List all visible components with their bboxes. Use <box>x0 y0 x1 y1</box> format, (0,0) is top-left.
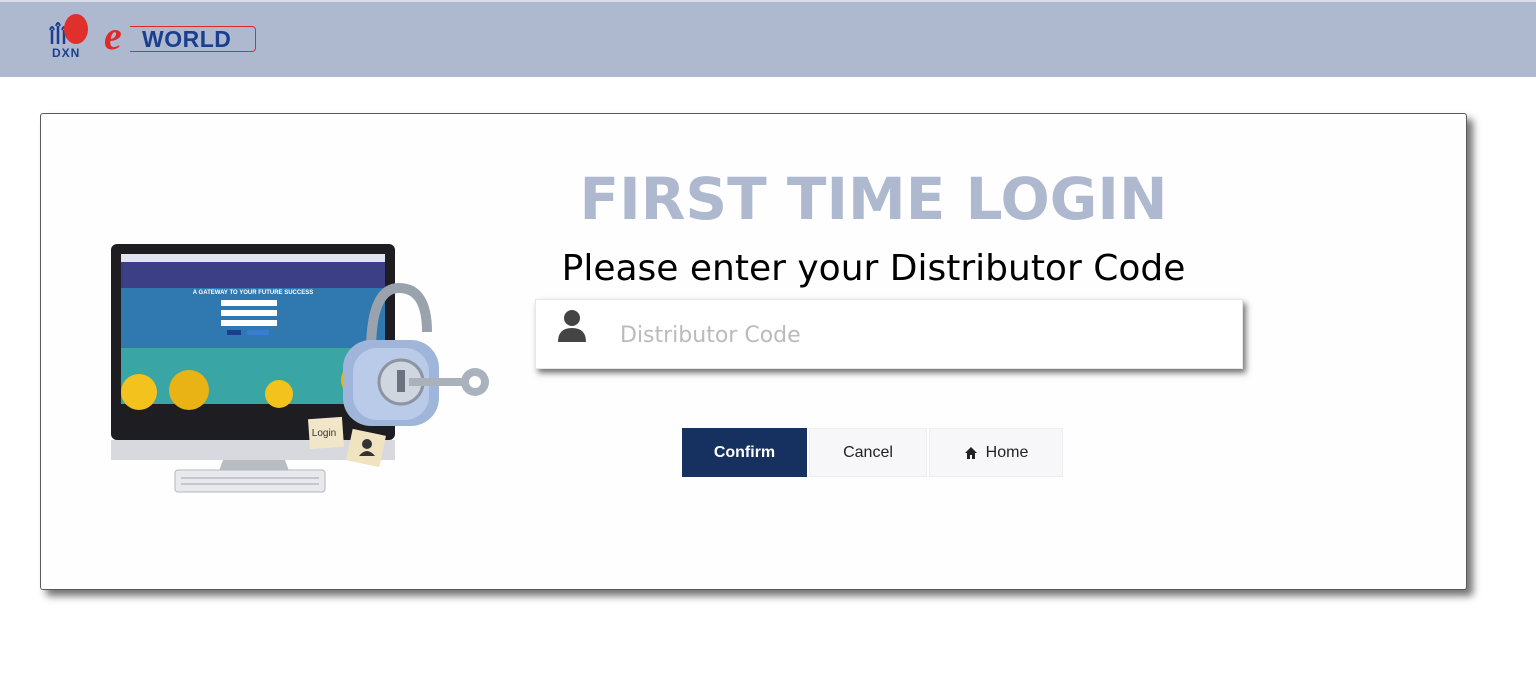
distributor-code-field-wrapper <box>535 299 1243 369</box>
login-note-label: Login <box>312 428 336 439</box>
home-icon <box>964 446 977 459</box>
user-icon <box>558 310 586 342</box>
page-title: FIRST TIME LOGIN <box>579 165 1168 233</box>
eworld-logo: WORLD e <box>104 13 256 58</box>
cancel-button[interactable]: Cancel <box>809 428 927 477</box>
login-illustration: A GATEWAY TO YOUR FUTURE SUCCESS Login <box>111 244 489 493</box>
distributor-code-input[interactable] <box>618 312 1222 358</box>
confirm-button[interactable]: Confirm <box>682 428 807 477</box>
keyboard-icon <box>174 469 326 493</box>
login-card: A GATEWAY TO YOUR FUTURE SUCCESS Login F… <box>40 113 1467 590</box>
eworld-logo-word: WORLD <box>130 26 256 52</box>
cancel-button-label: Cancel <box>843 443 893 461</box>
home-button-label: Home <box>985 443 1029 461</box>
home-button[interactable]: Home <box>929 428 1063 477</box>
dxn-red-ball <box>64 14 88 44</box>
page-subtitle: Please enter your Distributor Code <box>561 248 1186 289</box>
eworld-logo-e: e <box>104 13 122 58</box>
dxn-logo-text: DXN <box>52 46 81 60</box>
top-header-bar: DXN WORLD e <box>0 0 1536 77</box>
screen-headline: A GATEWAY TO YOUR FUTURE SUCCESS <box>193 290 313 296</box>
confirm-button-label: Confirm <box>713 443 776 461</box>
